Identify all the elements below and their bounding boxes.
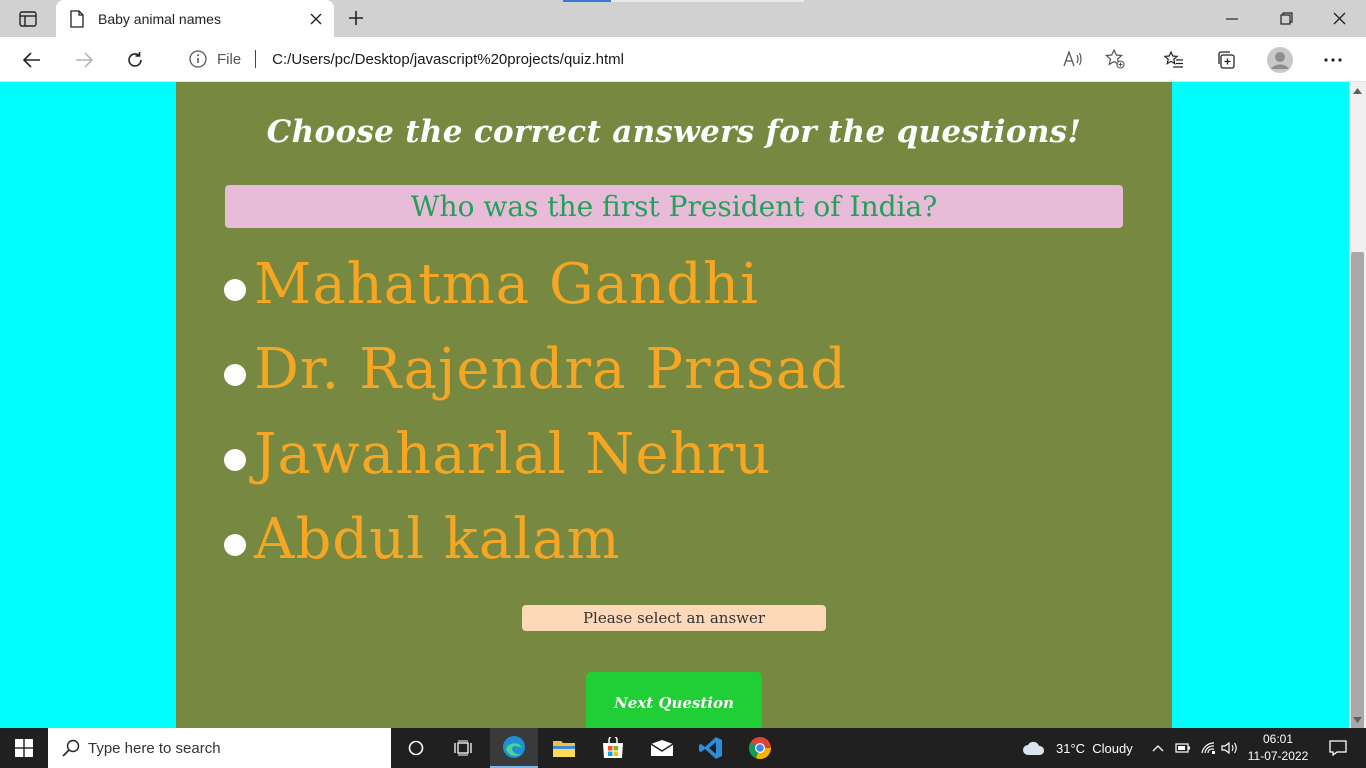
quiz-container: Choose the correct answers for the quest…	[176, 82, 1172, 728]
answer-option[interactable]: Mahatma Gandhi	[224, 242, 847, 327]
answer-label: Jawaharlal Nehru	[254, 422, 772, 487]
answer-label: Dr. Rajendra Prasad	[254, 337, 848, 402]
tab-actions-icon[interactable]	[10, 6, 46, 32]
bullet-icon	[224, 278, 246, 301]
scroll-down-arrow-icon[interactable]	[1349, 711, 1366, 728]
cloud-icon	[1022, 740, 1046, 756]
browser-tab-active[interactable]: Baby animal names	[56, 0, 334, 37]
task-view-icon[interactable]	[440, 728, 488, 768]
search-icon	[62, 739, 80, 757]
search-placeholder: Type here to search	[88, 739, 221, 757]
windows-taskbar: Type here to search 31°C Cloudy 06:01 11…	[0, 728, 1366, 768]
show-hidden-icons-chevron-icon[interactable]	[1152, 728, 1164, 768]
info-icon[interactable]	[189, 50, 207, 68]
bullet-icon	[224, 363, 246, 386]
titlebar-accent	[563, 0, 611, 2]
status-message: Please select an answer	[522, 605, 826, 631]
browser-toolbar: File C:/Users/pc/Desktop/javascript%20pr…	[0, 37, 1366, 82]
restore-button[interactable]	[1259, 0, 1313, 37]
edge-browser-icon[interactable]	[490, 728, 538, 768]
volume-icon[interactable]	[1221, 728, 1239, 768]
taskbar-search-box[interactable]: Type here to search	[48, 728, 391, 768]
close-window-button[interactable]	[1312, 0, 1366, 37]
answer-option[interactable]: Dr. Rajendra Prasad	[224, 327, 847, 412]
weather-text: 31°C Cloudy	[1056, 740, 1133, 756]
add-favorite-icon[interactable]	[1105, 49, 1125, 69]
bullet-icon	[224, 448, 246, 471]
question-text: Who was the first President of India?	[225, 185, 1123, 228]
file-explorer-icon[interactable]	[540, 728, 588, 768]
windows-start-icon[interactable]	[0, 728, 48, 768]
notifications-icon[interactable]	[1318, 728, 1358, 768]
scroll-up-arrow-icon[interactable]	[1349, 82, 1366, 99]
address-url[interactable]: C:/Users/pc/Desktop/javascript%20project…	[272, 51, 624, 68]
battery-icon[interactable]	[1175, 728, 1191, 768]
scroll-thumb[interactable]	[1351, 252, 1364, 764]
network-wifi-icon[interactable]	[1200, 728, 1216, 768]
taskbar-clock[interactable]: 06:01 11-07-2022	[1244, 731, 1312, 765]
tab-title: Baby animal names	[98, 10, 221, 27]
back-button[interactable]	[16, 44, 48, 76]
address-bar[interactable]: File C:/Users/pc/Desktop/javascript%20pr…	[168, 42, 1150, 76]
address-separator	[255, 50, 257, 68]
read-aloud-icon[interactable]	[1063, 49, 1083, 69]
next-question-button[interactable]: Next Question	[586, 672, 762, 728]
profile-avatar[interactable]	[1264, 44, 1296, 76]
answer-option[interactable]: Jawaharlal Nehru	[224, 412, 847, 497]
bullet-icon	[224, 533, 246, 556]
more-menu-icon[interactable]	[1317, 44, 1349, 76]
quiz-heading: Choose the correct answers for the quest…	[266, 114, 1082, 150]
minimize-button[interactable]	[1205, 0, 1259, 37]
clock-time: 06:01	[1262, 732, 1294, 746]
cortana-icon[interactable]	[392, 728, 440, 768]
titlebar-accent-light	[611, 0, 804, 2]
weather-widget[interactable]: 31°C Cloudy	[1022, 728, 1133, 768]
page-icon	[70, 9, 86, 28]
answer-option[interactable]: Abdul kalam	[224, 497, 847, 582]
new-tab-button[interactable]	[342, 4, 370, 32]
answer-label: Abdul kalam	[254, 507, 621, 572]
browser-titlebar: Baby animal names	[0, 0, 1366, 37]
page-viewport: Choose the correct answers for the quest…	[0, 82, 1349, 728]
chrome-icon[interactable]	[736, 728, 784, 768]
vscode-icon[interactable]	[687, 728, 735, 768]
mail-icon[interactable]	[638, 728, 686, 768]
answer-label: Mahatma Gandhi	[254, 252, 759, 317]
forward-button[interactable]	[68, 44, 100, 76]
collections-icon[interactable]	[1210, 44, 1242, 76]
answer-list: Mahatma Gandhi Dr. Rajendra Prasad Jawah…	[224, 242, 847, 582]
refresh-button[interactable]	[119, 44, 151, 76]
page-scrollbar[interactable]	[1349, 82, 1366, 764]
close-tab-icon[interactable]	[302, 5, 330, 33]
favorites-icon[interactable]	[1158, 44, 1190, 76]
address-protocol: File	[217, 50, 242, 68]
clock-date: 11-07-2022	[1247, 749, 1309, 763]
store-icon[interactable]	[589, 728, 637, 768]
